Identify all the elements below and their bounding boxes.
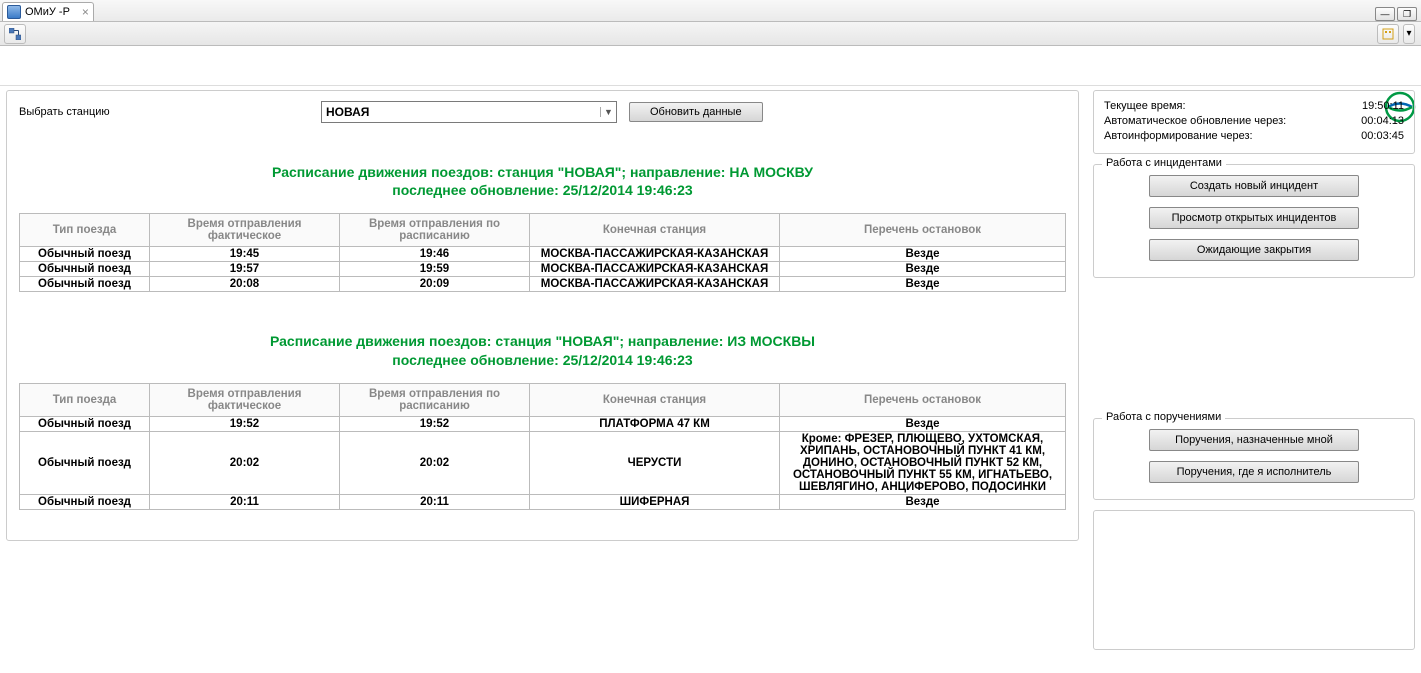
table-row: Обычный поезд19:5219:52ПЛАТФОРМА 47 КМВе… (20, 416, 1066, 431)
table-row: Обычный поезд20:0220:02ЧЕРУСТИКроме: ФРЕ… (20, 431, 1066, 494)
station-select[interactable]: НОВАЯ ▼ (321, 101, 617, 123)
table-row: Обычный поезд20:1120:11ШИФЕРНАЯВезде (20, 494, 1066, 509)
tasks-legend: Работа с поручениями (1102, 411, 1225, 423)
cell-actual: 19:57 (150, 262, 340, 277)
window-controls: — ❐ (1375, 7, 1417, 21)
incident-button-2[interactable]: Ожидающие закрытия (1149, 239, 1359, 261)
cell-type: Обычный поезд (20, 262, 150, 277)
station-select-value: НОВАЯ (326, 105, 369, 119)
toolstrip: ▾ (0, 22, 1421, 46)
cell-type: Обычный поезд (20, 277, 150, 292)
schedule-from-title: Расписание движения поездов: станция "НО… (19, 332, 1066, 368)
col-scheduled: Время отправления по расписанию (340, 214, 530, 247)
cell-stops: Везде (780, 416, 1066, 431)
schedule-to-table: Тип поезда Время отправления фактическое… (19, 213, 1066, 292)
cell-scheduled: 20:02 (340, 431, 530, 494)
info-value: 00:03:45 (1361, 130, 1404, 142)
schedule-from-table: Тип поезда Время отправления фактическое… (19, 383, 1066, 510)
table-row: Обычный поезд19:4519:46МОСКВА-ПАССАЖИРСК… (20, 247, 1066, 262)
cell-actual: 20:08 (150, 277, 340, 292)
minimize-window-icon[interactable]: — (1375, 7, 1395, 21)
cell-type: Обычный поезд (20, 247, 150, 262)
cell-stops: Кроме: ФРЕЗЕР, ПЛЮЩЕВО, УХТОМСКАЯ, ХРИПА… (780, 431, 1066, 494)
chevron-down-icon: ▼ (600, 107, 616, 117)
col-actual: Время отправления фактическое (150, 214, 340, 247)
cell-actual: 19:52 (150, 416, 340, 431)
cell-stops: Везде (780, 494, 1066, 509)
left-panel: Выбрать станцию НОВАЯ ▼ Обновить данные … (6, 90, 1079, 541)
info-label: Автоматическое обновление через: (1104, 115, 1286, 127)
layout-tool-button[interactable] (4, 24, 26, 44)
info-value: 19:50:11 (1362, 100, 1404, 112)
col-type: Тип поезда (20, 214, 150, 247)
cell-scheduled: 20:11 (340, 494, 530, 509)
schedule-to-title: Расписание движения поездов: станция "НО… (19, 163, 1066, 199)
active-tab[interactable]: ОМиУ -Р × (2, 2, 94, 21)
cell-scheduled: 19:46 (340, 247, 530, 262)
cell-dest: ЧЕРУСТИ (530, 431, 780, 494)
cell-scheduled: 19:59 (340, 262, 530, 277)
col-type: Тип поезда (20, 383, 150, 416)
cell-actual: 20:02 (150, 431, 340, 494)
task-button-0[interactable]: Поручения, назначенные мной (1149, 429, 1359, 451)
cell-dest: МОСКВА-ПАССАЖИРСКАЯ-КАЗАНСКАЯ (530, 262, 780, 277)
station-selector-row: Выбрать станцию НОВАЯ ▼ Обновить данные (19, 101, 1066, 123)
tasks-panel: Работа с поручениями Поручения, назначен… (1093, 418, 1415, 500)
cell-stops: Везде (780, 247, 1066, 262)
incident-button-1[interactable]: Просмотр открытых инцидентов (1149, 207, 1359, 229)
cell-actual: 20:11 (150, 494, 340, 509)
content-area: Выбрать станцию НОВАЯ ▼ Обновить данные … (0, 46, 1421, 656)
col-actual: Время отправления фактическое (150, 383, 340, 416)
tab-icon (7, 5, 21, 19)
incidents-panel: Работа с инцидентами Создать новый инцид… (1093, 164, 1415, 278)
tool-dropdown-arrow[interactable]: ▾ (1403, 24, 1415, 44)
cell-dest: МОСКВА-ПАССАЖИРСКАЯ-КАЗАНСКАЯ (530, 277, 780, 292)
cell-dest: ПЛАТФОРМА 47 КМ (530, 416, 780, 431)
col-dest: Конечная станция (530, 214, 780, 247)
cell-type: Обычный поезд (20, 494, 150, 509)
cell-dest: МОСКВА-ПАССАЖИРСКАЯ-КАЗАНСКАЯ (530, 247, 780, 262)
cell-scheduled: 20:09 (340, 277, 530, 292)
task-button-1[interactable]: Поручения, где я исполнитель (1149, 461, 1359, 483)
cell-dest: ШИФЕРНАЯ (530, 494, 780, 509)
info-panel: Текущее время: 19:50:11 Автоматическое обн… (1093, 90, 1415, 154)
info-label: Текущее время: (1104, 100, 1186, 112)
cell-type: Обычный поезд (20, 431, 150, 494)
info-label: Автоинформирование через: (1104, 130, 1253, 142)
banner (0, 46, 1421, 86)
table-row: Обычный поезд20:0820:09МОСКВА-ПАССАЖИРСК… (20, 277, 1066, 292)
station-label: Выбрать станцию (19, 106, 309, 118)
tab-bar: ОМиУ -Р × — ❐ (0, 0, 1421, 22)
col-stops: Перечень остановок (780, 214, 1066, 247)
col-stops: Перечень остановок (780, 383, 1066, 416)
info-row: Автоинформирование через: 00:03:45 (1104, 130, 1404, 142)
restore-window-icon[interactable]: ❐ (1397, 7, 1417, 21)
right-panel: Текущее время: 19:50:11 Автоматическое обн… (1093, 90, 1415, 650)
refresh-button[interactable]: Обновить данные (629, 102, 763, 122)
table-row: Обычный поезд19:5719:59МОСКВА-ПАССАЖИРСК… (20, 262, 1066, 277)
col-dest: Конечная станция (530, 383, 780, 416)
info-row: Автоматическое обновление через: 00:04:13 (1104, 115, 1404, 127)
info-value: 00:04:13 (1361, 115, 1404, 127)
tab-title: ОМиУ -Р (25, 6, 70, 18)
empty-panel (1093, 510, 1415, 650)
cell-actual: 19:45 (150, 247, 340, 262)
col-scheduled: Время отправления по расписанию (340, 383, 530, 416)
info-row: Текущее время: 19:50:11 (1104, 100, 1404, 112)
cell-type: Обычный поезд (20, 416, 150, 431)
incident-button-0[interactable]: Создать новый инцидент (1149, 175, 1359, 197)
cell-stops: Везде (780, 277, 1066, 292)
close-tab-icon[interactable]: × (82, 5, 89, 19)
cell-scheduled: 19:52 (340, 416, 530, 431)
incidents-legend: Работа с инцидентами (1102, 157, 1226, 169)
settings-tool-button[interactable] (1377, 24, 1399, 44)
cell-stops: Везде (780, 262, 1066, 277)
